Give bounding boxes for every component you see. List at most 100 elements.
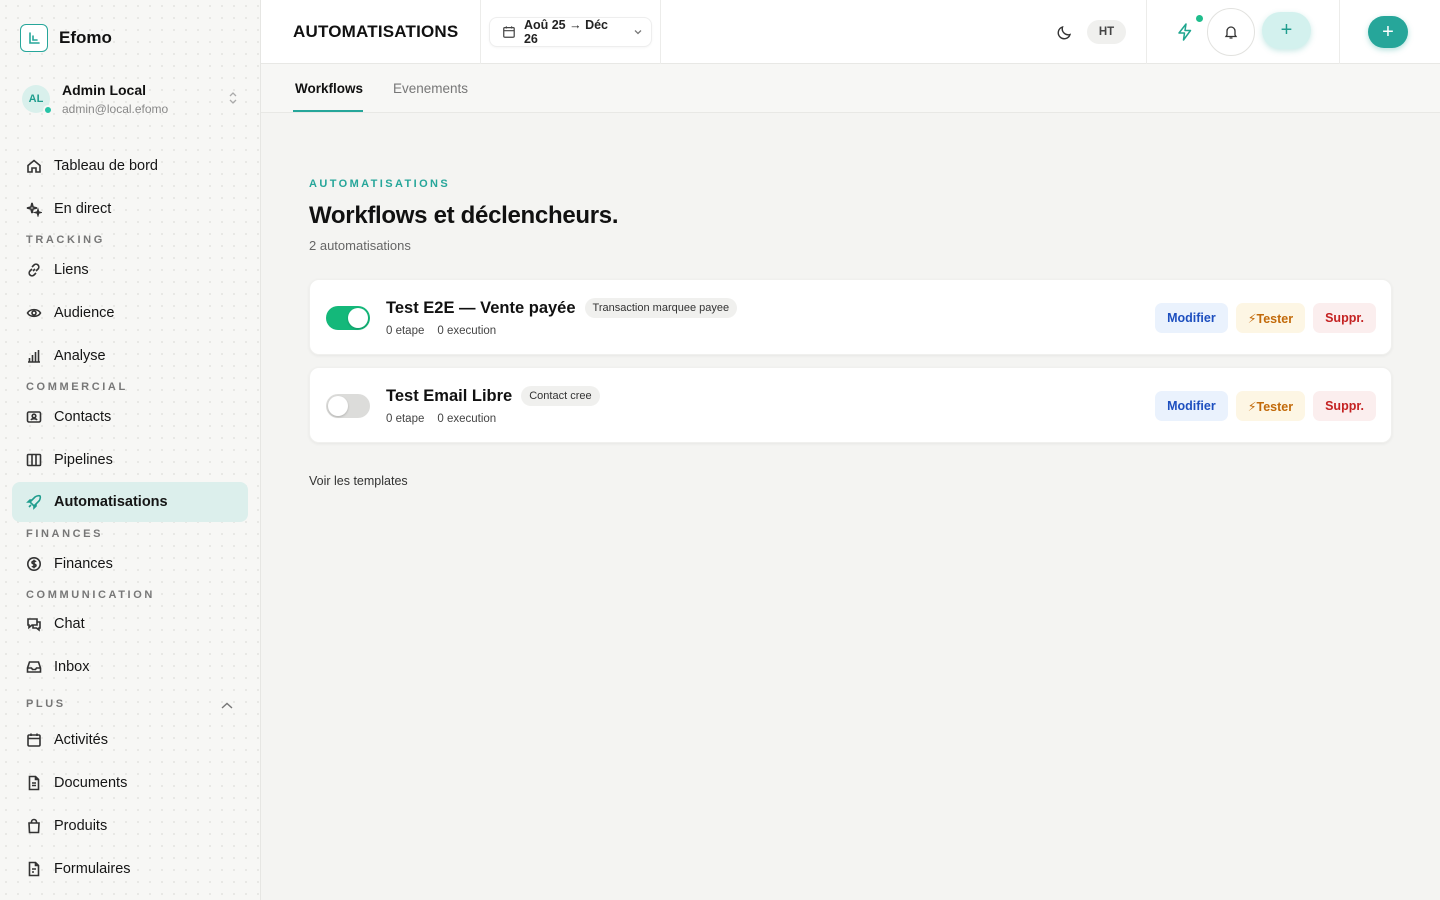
- page-title: Workflows et déclencheurs.: [309, 202, 619, 229]
- contact-card-icon: [26, 409, 42, 425]
- sidebar-item-contacts[interactable]: Contacts: [12, 397, 248, 437]
- section-label-communication: COMMUNICATION: [26, 589, 155, 601]
- delete-button[interactable]: Suppr.: [1313, 391, 1376, 421]
- avatar-initials: AL: [28, 93, 44, 105]
- sidebar-item-finances[interactable]: Finances: [12, 544, 248, 584]
- sidebar-item-label: Liens: [54, 262, 89, 278]
- sidebar-item-liens[interactable]: Liens: [12, 250, 248, 290]
- view-templates-link[interactable]: Voir les templates: [309, 474, 408, 488]
- notifications-button[interactable]: [1207, 8, 1255, 56]
- user-switcher[interactable]: AL Admin Local admin@local.efomo: [22, 82, 242, 116]
- lightning-icon[interactable]: [1175, 22, 1195, 47]
- workflow-name: Test Email Libre: [386, 386, 513, 405]
- online-status-icon: [43, 105, 53, 115]
- section-label-finances: FINANCES: [26, 528, 104, 540]
- tab-bar: Workflows Evenements: [261, 64, 1440, 113]
- header-divider: [1146, 0, 1147, 64]
- shopping-bag-icon: [26, 818, 42, 834]
- trigger-badge: Contact cree: [521, 386, 600, 406]
- toggle-knob: [348, 308, 368, 328]
- workflow-enabled-toggle[interactable]: [326, 306, 370, 330]
- sidebar-item-automatisations[interactable]: Automatisations: [12, 482, 248, 522]
- edit-button[interactable]: Modifier: [1155, 391, 1228, 421]
- section-label-plus: PLUS: [26, 698, 66, 710]
- header-divider: [1339, 0, 1340, 64]
- sidebar-item-label: Automatisations: [54, 494, 168, 510]
- notification-dot: [1194, 13, 1205, 24]
- sidebar-item-produits[interactable]: Produits: [12, 806, 248, 846]
- sidebar-item-label: Formulaires: [54, 861, 131, 877]
- sidebar-item-label: Contacts: [54, 409, 112, 425]
- expand-collapse-icon[interactable]: [228, 91, 238, 106]
- workflow-steps: 0 etape: [386, 325, 425, 337]
- dollar-circle-icon: [26, 556, 42, 572]
- efomo-logo-icon: [20, 24, 48, 52]
- sidebar-item-label: Analyse: [54, 348, 106, 364]
- header-divider: [660, 0, 661, 64]
- sidebar-item-label: Inbox: [54, 659, 90, 675]
- active-tab-indicator: [293, 110, 363, 112]
- date-range-picker[interactable]: Aoû 25 → Déc 26: [489, 17, 652, 47]
- sidebar-item-label: Pipelines: [54, 452, 113, 468]
- sidebar-item-chat[interactable]: Chat: [12, 604, 248, 644]
- test-button[interactable]: ⚡Tester: [1235, 303, 1306, 333]
- edit-button[interactable]: Modifier: [1155, 303, 1228, 333]
- sidebar-item-label: Tableau de bord: [54, 158, 158, 174]
- sidebar-item-label: En direct: [54, 201, 112, 217]
- sidebar-item-label: Documents: [54, 775, 128, 791]
- sidebar-item-formulaires[interactable]: Formulaires: [12, 849, 248, 889]
- sidebar-item-documents[interactable]: Documents: [12, 763, 248, 803]
- sidebar-item-inbox[interactable]: Inbox: [12, 647, 248, 687]
- section-eyebrow: AUTOMATISATIONS: [309, 178, 451, 190]
- sidebar: Efomo AL Admin Local admin@local.efomo T…: [0, 0, 261, 900]
- automation-count: 2 automatisations: [309, 238, 411, 253]
- workflow-name: Test E2E — Vente payée: [386, 298, 576, 317]
- sidebar-item-en-direct[interactable]: En direct: [12, 189, 248, 229]
- tab-evenements[interactable]: Evenements: [393, 81, 468, 96]
- test-button[interactable]: ⚡Tester: [1235, 391, 1306, 421]
- sidebar-item-tableau-de-bord[interactable]: Tableau de bord: [12, 146, 248, 186]
- link-icon: [26, 262, 42, 278]
- sidebar-item-activites[interactable]: Activités: [12, 720, 248, 760]
- calendar-icon: [26, 732, 42, 748]
- brand-name: Efomo: [59, 28, 112, 47]
- form-icon: [26, 861, 42, 877]
- top-header: AUTOMATISATIONS Aoû 25 → Déc 26 HT + +: [261, 0, 1440, 64]
- sidebar-item-pipelines[interactable]: Pipelines: [12, 440, 248, 480]
- inbox-icon: [26, 659, 42, 675]
- delete-button[interactable]: Suppr.: [1313, 303, 1376, 333]
- sidebar-item-label: Audience: [54, 305, 115, 321]
- workflow-card: Test Email Libre Contact cree 0 etape 0 …: [309, 367, 1392, 443]
- home-icon: [26, 158, 42, 174]
- create-button[interactable]: +: [1368, 16, 1408, 48]
- sidebar-item-label: Produits: [54, 818, 108, 834]
- chevron-up-icon[interactable]: [220, 698, 234, 709]
- trigger-badge: Transaction marquee payee: [584, 298, 738, 318]
- sidebar-item-audience[interactable]: Audience: [12, 293, 248, 333]
- sidebar-item-label: Finances: [54, 556, 113, 572]
- sparkles-icon: [26, 201, 42, 217]
- workflow-enabled-toggle[interactable]: [326, 394, 370, 418]
- toggle-knob: [328, 396, 348, 416]
- sidebar-item-label: Chat: [54, 616, 85, 632]
- workflow-runs: 0 execution: [437, 413, 497, 425]
- section-label-commercial: COMMERCIAL: [26, 381, 128, 393]
- workflow-runs: 0 execution: [437, 325, 497, 337]
- page-header-title: AUTOMATISATIONS: [293, 22, 459, 41]
- eye-icon: [26, 305, 42, 321]
- user-name: Admin Local: [62, 82, 147, 98]
- rocket-icon: [26, 494, 42, 510]
- sidebar-item-label: Activités: [54, 732, 108, 748]
- avatar: AL: [22, 85, 53, 115]
- tax-mode-toggle[interactable]: HT: [1087, 20, 1126, 44]
- tab-workflows[interactable]: Workflows: [295, 81, 363, 96]
- plus-icon: +: [1280, 19, 1293, 41]
- dark-mode-moon-icon[interactable]: [1056, 23, 1074, 46]
- section-label-tracking: TRACKING: [26, 234, 105, 246]
- sidebar-item-analyse[interactable]: Analyse: [12, 336, 248, 376]
- brand[interactable]: Efomo: [20, 24, 112, 52]
- date-range-label: Aoû 25 → Déc 26: [523, 18, 609, 46]
- chevron-down-icon: [634, 30, 642, 35]
- quick-add-button[interactable]: +: [1262, 12, 1311, 49]
- chat-icon: [26, 616, 42, 632]
